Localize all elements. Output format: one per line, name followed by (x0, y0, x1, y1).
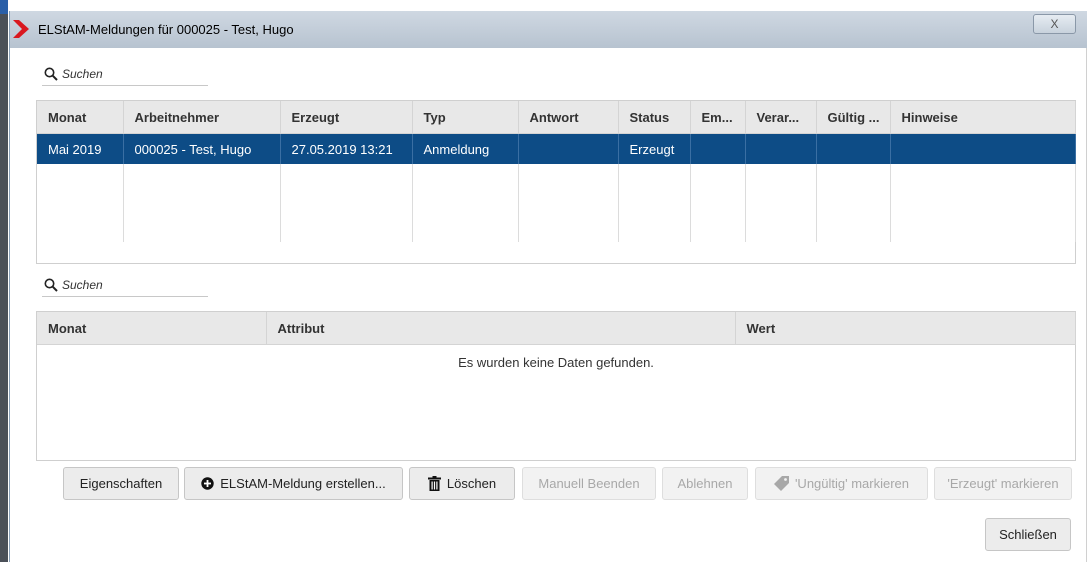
button-label: 'Erzeugt' markieren (947, 476, 1059, 491)
search-input-bottom[interactable]: Suchen (42, 274, 208, 297)
eigenschaften-button[interactable]: Eigenschaften (63, 467, 179, 500)
column-header[interactable]: Hinweise (890, 101, 1076, 134)
close-dialog-button[interactable]: Schließen (985, 518, 1071, 551)
column-header[interactable]: Wert (735, 312, 1076, 345)
table-row[interactable]: Mai 2019 000025 - Test, Hugo 27.05.2019 … (37, 133, 1076, 164)
cell-gueltig (816, 133, 891, 164)
button-label: ELStAM-Meldung erstellen... (220, 476, 386, 491)
button-label: Löschen (446, 476, 497, 491)
column-header[interactable]: Em... (690, 101, 746, 134)
ablehnen-button[interactable]: Ablehnen (662, 467, 748, 500)
cell-erzeugt: 27.05.2019 13:21 (280, 133, 413, 164)
column-header[interactable]: Monat (37, 101, 124, 134)
button-label: Eigenschaften (79, 476, 163, 491)
delete-button[interactable]: Löschen (409, 467, 515, 500)
table-header-row: Monat Attribut Wert (37, 312, 1076, 345)
cell-em (690, 133, 746, 164)
red-chevron-icon (13, 20, 29, 38)
cell-status: Erzeugt (618, 133, 691, 164)
search-icon (44, 278, 58, 292)
search-placeholder: Suchen (62, 67, 103, 81)
button-label: Schließen (999, 527, 1057, 542)
cell-antwort (518, 133, 619, 164)
table-header-row: Monat Arbeitnehmer Erzeugt Typ Antwort S… (37, 101, 1076, 134)
mark-invalid-button[interactable]: 'Ungültig' markieren (755, 467, 928, 500)
messages-table: Monat Arbeitnehmer Erzeugt Typ Antwort S… (36, 100, 1076, 264)
close-button[interactable]: X (1033, 14, 1076, 34)
attributes-table: Monat Attribut Wert Es wurden keine Date… (36, 311, 1076, 461)
button-label: Ablehnen (677, 476, 733, 491)
column-header[interactable]: Monat (37, 312, 267, 345)
column-header[interactable]: Typ (412, 101, 519, 134)
create-message-button[interactable]: ELStAM-Meldung erstellen... (184, 467, 403, 500)
column-header[interactable]: Attribut (266, 312, 736, 345)
close-icon: X (1050, 17, 1059, 31)
tag-icon (773, 476, 789, 491)
title-bar[interactable]: ELStAM-Meldungen für 000025 - Test, Hugo… (10, 11, 1087, 49)
cell-typ: Anmeldung (412, 133, 519, 164)
empty-row (37, 164, 1076, 242)
button-label: Manuell Beenden (538, 476, 640, 491)
cell-monat: Mai 2019 (37, 133, 124, 164)
column-header[interactable]: Antwort (518, 101, 619, 134)
manuell-beenden-button[interactable]: Manuell Beenden (522, 467, 656, 500)
button-label: 'Ungültig' markieren (794, 476, 910, 491)
search-placeholder: Suchen (62, 278, 103, 292)
column-header[interactable]: Erzeugt (280, 101, 413, 134)
window-title: ELStAM-Meldungen für 000025 - Test, Hugo (38, 22, 294, 37)
cell-hinweise (890, 133, 1076, 164)
search-icon (44, 67, 58, 81)
dialog-window: ELStAM-Meldungen für 000025 - Test, Hugo… (9, 11, 1087, 562)
column-header[interactable]: Verar... (745, 101, 817, 134)
desktop-background (0, 0, 8, 562)
empty-message: Es wurden keine Daten gefunden. (458, 355, 654, 370)
plus-circle-icon (201, 477, 214, 490)
search-input-top[interactable]: Suchen (42, 63, 208, 86)
column-header[interactable]: Arbeitnehmer (123, 101, 281, 134)
trash-icon (427, 476, 441, 491)
cell-verar (745, 133, 817, 164)
column-header[interactable]: Status (618, 101, 691, 134)
column-header[interactable]: Gültig ... (816, 101, 891, 134)
dialog-content: Suchen Monat Arbeitnehmer Erzeugt Typ An… (10, 48, 1087, 562)
cell-arbeitnehmer: 000025 - Test, Hugo (123, 133, 281, 164)
mark-created-button[interactable]: 'Erzeugt' markieren (934, 467, 1072, 500)
